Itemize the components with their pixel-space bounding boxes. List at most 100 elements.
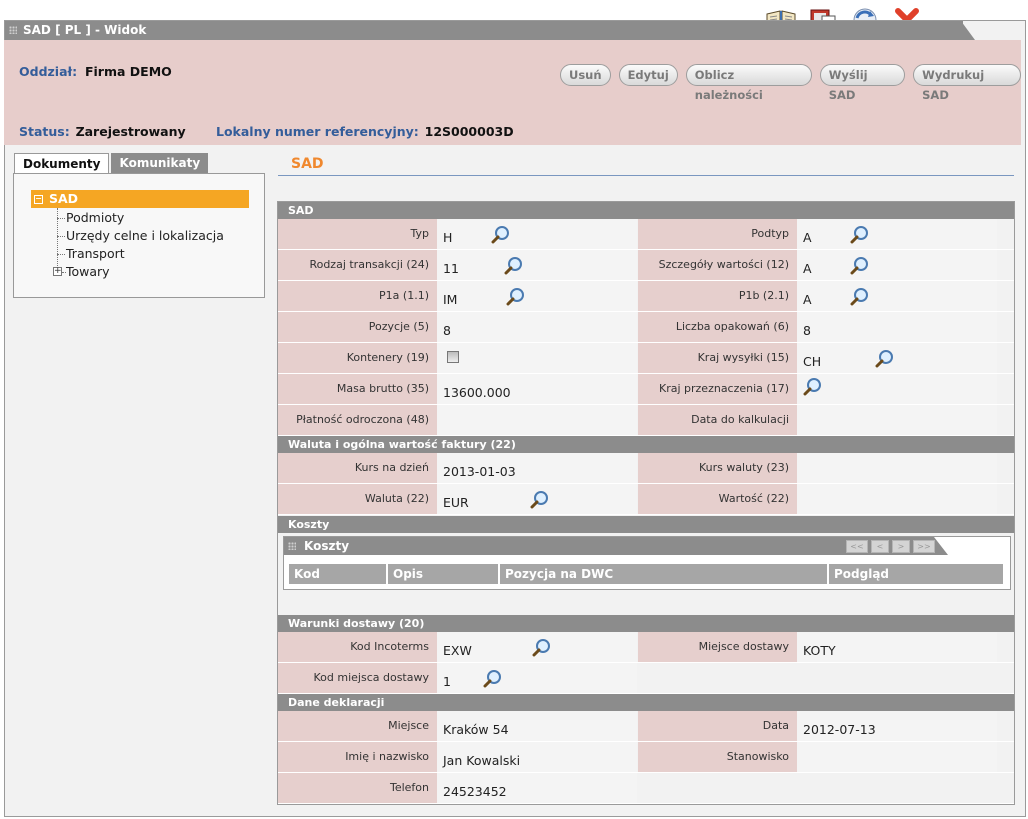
document-tree: − SAD Podmioty Urzędy celne i lokalizacj… <box>13 173 265 298</box>
tree-item-podmioty[interactable]: Podmioty <box>66 210 124 225</box>
kurs-na-dzien-label: Kurs na dzień <box>278 453 437 483</box>
p1a-value: IM <box>437 281 637 311</box>
tab-dokumenty[interactable]: Dokumenty <box>14 153 110 174</box>
column-header-pozycja-dwc[interactable]: Pozycja na DWC <box>500 564 828 584</box>
tree-item-transport[interactable]: Transport <box>66 246 125 261</box>
pager-next-button[interactable]: > <box>892 540 910 553</box>
tab-komunikaty[interactable]: Komunikaty <box>111 153 209 173</box>
lookup-magnifier-icon[interactable] <box>504 256 524 276</box>
typ-value: H <box>437 219 637 249</box>
kraj-przeznaczenia-value <box>797 374 997 404</box>
tree-root-label: SAD <box>49 191 79 206</box>
form-row: Masa brutto (35) 13600.000 Kraj przeznac… <box>278 374 1014 405</box>
lnr-info: Lokalny numer referencyjny: 12S000003D <box>216 124 514 139</box>
tree-item-urzedy[interactable]: Urzędy celne i lokalizacja <box>66 228 224 243</box>
imie-nazwisko-label: Imię i nazwisko <box>278 742 437 772</box>
pager-last-button[interactable]: >> <box>913 540 935 553</box>
column-header-opis[interactable]: Opis <box>388 564 499 584</box>
lookup-magnifier-icon[interactable] <box>491 225 511 245</box>
lookup-magnifier-icon[interactable] <box>530 490 550 510</box>
grip-icon <box>9 26 17 34</box>
pozycje-label: Pozycje (5) <box>278 312 437 342</box>
kurs-waluty-value <box>797 453 997 483</box>
miejsce-label: Miejsce <box>278 711 437 741</box>
platnosc-odroczona-label: Płatność odroczona (48) <box>278 405 437 435</box>
expand-icon[interactable]: + <box>53 267 62 276</box>
tree-connector <box>57 254 65 255</box>
kontenery-checkbox[interactable] <box>447 351 459 363</box>
kontenery-value <box>437 343 637 373</box>
form-row: Imię i nazwisko Jan Kowalski Stanowisko <box>278 742 1014 773</box>
data-kalkulacji-value <box>797 405 997 435</box>
sad-form: SAD Typ H Podtyp A Rodzaj transakcji (24… <box>277 201 1015 805</box>
form-row: Typ H Podtyp A <box>278 219 1014 250</box>
waluta-section-bar: Waluta i ogólna wartość faktury (22) <box>278 436 1014 453</box>
typ-label: Typ <box>278 219 437 249</box>
lookup-magnifier-icon[interactable] <box>850 225 870 245</box>
szczegoly-wartosci-value: A <box>797 250 997 280</box>
form-row: Kurs na dzień 2013-01-03 Kurs waluty (23… <box>278 453 1014 484</box>
lookup-magnifier-icon[interactable] <box>506 287 526 307</box>
stanowisko-label: Stanowisko <box>638 742 797 772</box>
pager: << < > >> <box>846 540 935 553</box>
lookup-magnifier-icon[interactable] <box>483 669 503 689</box>
lookup-magnifier-icon[interactable] <box>532 638 552 658</box>
lookup-magnifier-icon[interactable] <box>850 256 870 276</box>
action-buttons: Usuń Edytuj Oblicz należności Wyślij SAD… <box>560 64 1021 102</box>
status-label: Status: <box>19 124 70 139</box>
kurs-waluty-label: Kurs waluty (23) <box>638 453 797 483</box>
lookup-magnifier-icon[interactable] <box>875 349 895 369</box>
pager-prev-button[interactable]: < <box>871 540 889 553</box>
p1b-value: A <box>797 281 997 311</box>
window-titlebar: SAD [ PL ] - Widok <box>5 21 963 40</box>
grip-icon <box>288 542 296 550</box>
telefon-value: 24523452 <box>437 773 637 803</box>
status-info: Status: Zarejestrowany <box>19 124 186 139</box>
left-tabs: Dokumenty Komunikaty <box>14 153 209 174</box>
tree-item-towary[interactable]: Towary <box>66 264 110 279</box>
masa-brutto-label: Masa brutto (35) <box>278 374 437 404</box>
miejsce-dostawy-label: Miejsce dostawy <box>638 632 797 662</box>
warunki-section-bar: Warunki dostawy (20) <box>278 615 1014 632</box>
wydrukuj-sad-button[interactable]: Wydrukuj SAD <box>913 64 1021 102</box>
lookup-magnifier-icon[interactable] <box>803 377 823 397</box>
sad-section-bar: SAD <box>278 202 1014 219</box>
collapse-icon[interactable]: − <box>34 195 43 204</box>
pager-first-button[interactable]: << <box>846 540 868 553</box>
tree-item-sad[interactable]: − SAD <box>31 190 249 208</box>
usun-button[interactable]: Usuń <box>560 64 611 86</box>
miejsce-dostawy-value: KOTY <box>797 632 997 662</box>
column-header-podglad[interactable]: Podgląd <box>829 564 1004 584</box>
window-title: SAD [ PL ] - Widok <box>23 23 147 37</box>
lookup-magnifier-icon[interactable] <box>850 287 870 307</box>
section-divider <box>278 175 1014 176</box>
kraj-przeznaczenia-label: Kraj przeznaczenia (17) <box>638 374 797 404</box>
liczba-opakowan-value: 8 <box>797 312 997 342</box>
form-row: Miejsce Kraków 54 Data 2012-07-13 <box>278 711 1014 742</box>
edytuj-button[interactable]: Edytuj <box>618 64 678 86</box>
tree-connector <box>57 218 65 219</box>
wartosc-value <box>797 484 997 514</box>
platnosc-odroczona-value <box>437 405 637 435</box>
podtyp-label: Podtyp <box>638 219 797 249</box>
kraj-wysylki-value: CH <box>797 343 997 373</box>
wyslij-sad-button[interactable]: Wyślij SAD <box>819 64 906 102</box>
wartosc-label: Wartość (22) <box>638 484 797 514</box>
telefon-label: Telefon <box>278 773 437 803</box>
data-value: 2012-07-13 <box>797 711 997 741</box>
form-row: Płatność odroczona (48) Data do kalkulac… <box>278 405 1014 436</box>
tree-connector <box>57 236 65 237</box>
koszty-grid-header: Koszty <box>284 537 934 555</box>
p1b-label: P1b (2.1) <box>638 281 797 311</box>
koszty-grid-title: Koszty <box>304 539 350 553</box>
column-header-kod[interactable]: Kod <box>289 564 387 584</box>
deklaracja-section-bar: Dane deklaracji <box>278 694 1014 711</box>
p1a-label: P1a (1.1) <box>278 281 437 311</box>
koszty-section-bar: Koszty <box>278 516 1014 533</box>
form-row: Kontenery (19) Kraj wysyłki (15) CH <box>278 343 1014 374</box>
rodzaj-transakcji-value: 11 <box>437 250 637 280</box>
oddzial-label: Oddział: <box>19 64 78 79</box>
lnr-value: 12S000003D <box>424 124 514 139</box>
oblicz-naleznosci-button[interactable]: Oblicz należności <box>685 64 812 102</box>
imie-nazwisko-value: Jan Kowalski <box>437 742 637 772</box>
